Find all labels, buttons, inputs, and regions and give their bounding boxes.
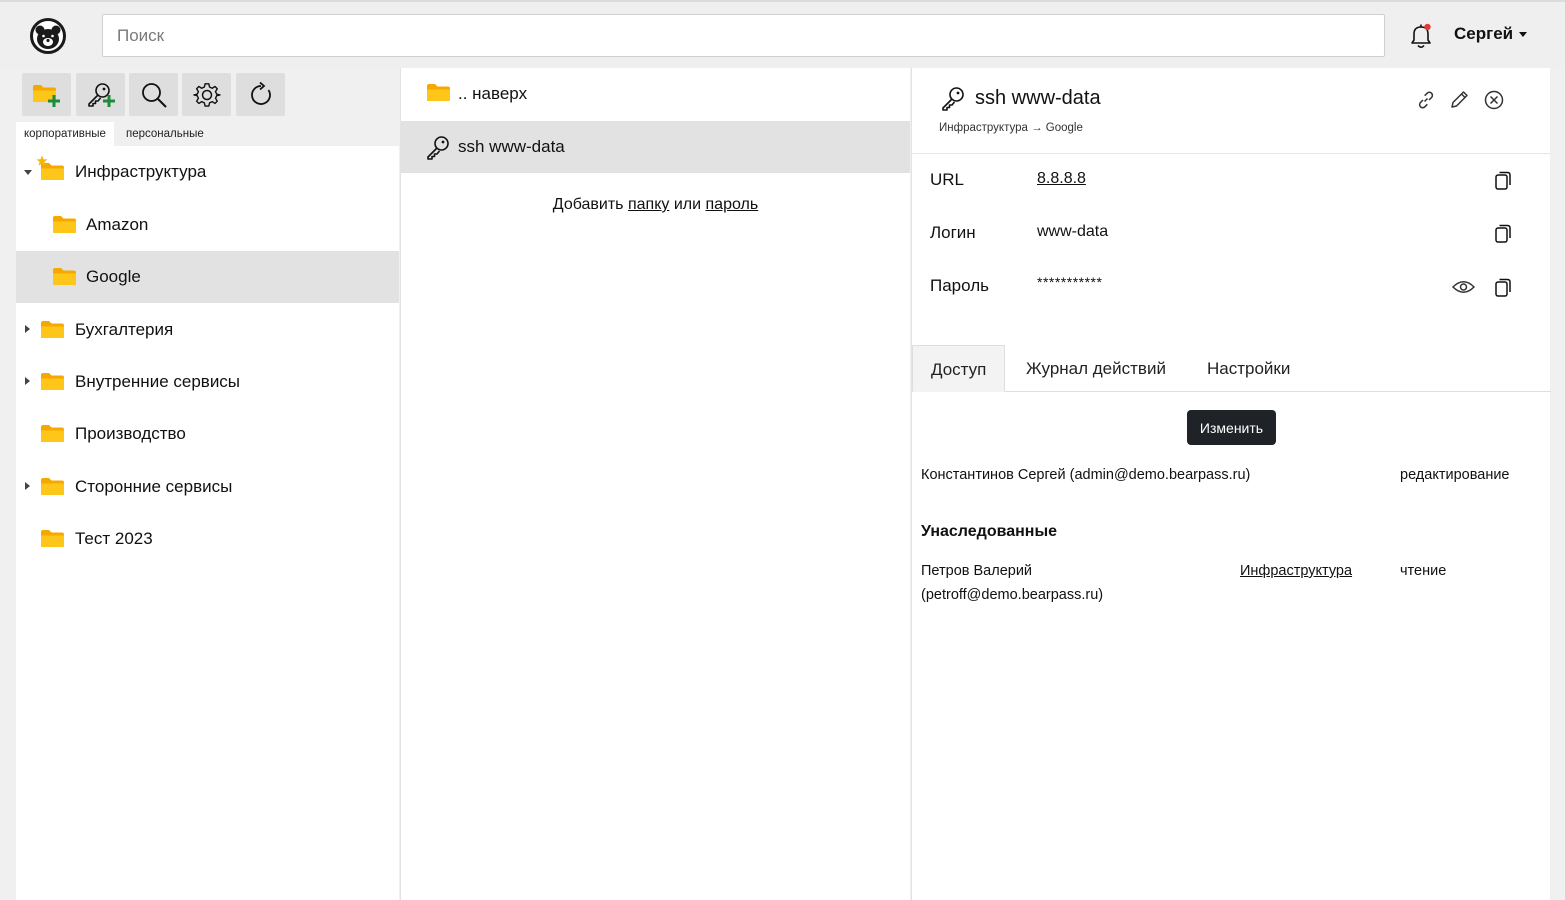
tab-personal[interactable]: персональные	[118, 122, 212, 146]
bear-logo-icon[interactable]	[30, 18, 66, 54]
search-input[interactable]	[102, 14, 1385, 57]
chevron-down-icon[interactable]	[24, 170, 32, 175]
tree-item-third-party-services[interactable]: Сторонние сервисы	[16, 461, 399, 513]
tab-activity-log[interactable]: Журнал действий	[1026, 345, 1166, 392]
tree-item-infrastructure[interactable]: Инфраструктура	[16, 146, 399, 198]
tree-item-label: Внутренние сервисы	[75, 372, 241, 391]
password-row: Пароль ***********	[912, 262, 1551, 314]
url-row: URL 8.8.8.8	[912, 156, 1551, 208]
password-label: Пароль	[930, 276, 989, 295]
scope-tabs: корпоративные персональные	[16, 121, 399, 146]
password-value: ***********	[1037, 274, 1103, 290]
add-folder-link[interactable]: папку	[628, 196, 669, 213]
user-name: Сергей	[1454, 24, 1514, 43]
star-icon	[36, 155, 48, 166]
detail-title: ssh www-data	[975, 87, 1101, 109]
add-password-button[interactable]	[76, 73, 125, 116]
access-user: Константинов Сергей (admin@demo.bearpass…	[921, 467, 1251, 483]
pencil-icon[interactable]	[1448, 89, 1470, 111]
chevron-right-icon[interactable]	[25, 482, 30, 490]
tree-item-label: Тест 2023	[75, 529, 153, 548]
eye-icon[interactable]	[1452, 279, 1475, 295]
user-menu[interactable]: Сергей	[1454, 24, 1528, 44]
folder-icon	[52, 215, 77, 234]
refresh-button[interactable]	[236, 73, 285, 116]
add-prefix-text: Добавить	[552, 196, 624, 213]
inherited-user-email: (petroff@demo.bearpass.ru)	[921, 587, 1104, 603]
search-button[interactable]	[129, 73, 178, 116]
tree-item-accounting[interactable]: Бухгалтерия	[16, 304, 399, 356]
inherited-user-name: Петров Валерий	[921, 563, 1033, 579]
sidebar-toolbar	[16, 68, 399, 121]
url-value-link[interactable]: 8.8.8.8	[1037, 170, 1086, 188]
tree-item-internal-services[interactable]: Внутренние сервисы	[16, 356, 399, 408]
navigate-up-label: .. наверх	[458, 84, 528, 103]
copy-icon[interactable]	[1494, 278, 1512, 298]
folder-icon	[40, 320, 65, 339]
navigate-up-item[interactable]: .. наверх	[401, 68, 910, 120]
tab-settings[interactable]: Настройки	[1207, 345, 1290, 392]
top-bar: Сергей	[0, 0, 1565, 68]
inherited-source-link[interactable]: Инфраструктура	[1240, 563, 1352, 579]
add-item-hint: Добавить папку или пароль	[401, 196, 910, 214]
tree-item-label: Инфраструктура	[75, 162, 207, 181]
copy-icon[interactable]	[1494, 171, 1512, 191]
login-row: Логин www-data	[912, 209, 1551, 261]
chevron-down-icon	[1519, 31, 1528, 37]
password-item[interactable]: ssh www-data	[401, 121, 910, 173]
tree-item-production[interactable]: Производство	[16, 408, 399, 460]
tree-item-google[interactable]: Google	[16, 251, 399, 303]
add-password-link[interactable]: пароль	[706, 196, 759, 213]
inherited-section-title: Унаследованные	[921, 523, 1057, 540]
key-plus-icon	[87, 82, 115, 107]
item-list-panel: .. наверх ssh www-data Добавить папку ил…	[400, 68, 910, 900]
tree-item-test-2023[interactable]: Тест 2023	[16, 513, 399, 565]
add-or-text: или	[673, 196, 702, 213]
breadcrumb: Инфраструктура → Google	[939, 122, 1083, 134]
inherited-role: чтение	[1400, 563, 1447, 579]
folder-sidebar: корпоративные персональные Инфраструктур…	[16, 68, 399, 900]
close-circle-icon[interactable]	[1483, 89, 1505, 111]
tree-item-label: Google	[86, 267, 141, 286]
folder-plus-icon	[32, 84, 60, 107]
folder-icon	[40, 529, 65, 548]
gear-icon	[192, 82, 221, 107]
tree-item-label: Производство	[75, 424, 186, 443]
edit-access-button[interactable]: Изменить	[1187, 410, 1276, 445]
folder-icon	[40, 477, 65, 496]
chevron-right-icon[interactable]	[25, 325, 30, 333]
tab-access[interactable]: Доступ	[912, 345, 1006, 392]
settings-button[interactable]	[182, 73, 231, 116]
search-icon	[141, 82, 167, 108]
folder-icon	[40, 372, 65, 391]
folder-icon	[426, 83, 451, 102]
tree-item-label: Amazon	[86, 215, 149, 234]
password-item-label: ssh www-data	[458, 137, 565, 156]
copy-icon[interactable]	[1494, 224, 1512, 244]
refresh-icon	[250, 81, 271, 105]
access-role: редактирование	[1400, 467, 1510, 483]
url-label: URL	[930, 170, 965, 189]
tree-item-label: Бухгалтерия	[75, 320, 174, 339]
key-icon	[425, 134, 451, 160]
detail-tabs: Доступ Журнал действий Настройки	[912, 345, 1551, 392]
link-icon[interactable]	[1415, 89, 1437, 111]
bell-icon[interactable]	[1408, 22, 1434, 50]
login-label: Логин	[930, 223, 976, 242]
tree-item-amazon[interactable]: Amazon	[16, 199, 399, 251]
folder-icon	[40, 424, 65, 443]
folder-icon	[52, 267, 77, 286]
detail-header: ssh www-data Инфраструктура → Google	[912, 68, 1551, 154]
login-value: www-data	[1037, 223, 1109, 240]
password-detail-panel: ssh www-data Инфраструктура → Google URL…	[911, 68, 1551, 900]
chevron-right-icon[interactable]	[25, 377, 30, 385]
add-folder-button[interactable]	[22, 73, 71, 116]
tree-item-label: Сторонние сервисы	[75, 477, 233, 496]
tab-corporate[interactable]: корпоративные	[16, 122, 114, 146]
key-icon	[940, 85, 966, 111]
